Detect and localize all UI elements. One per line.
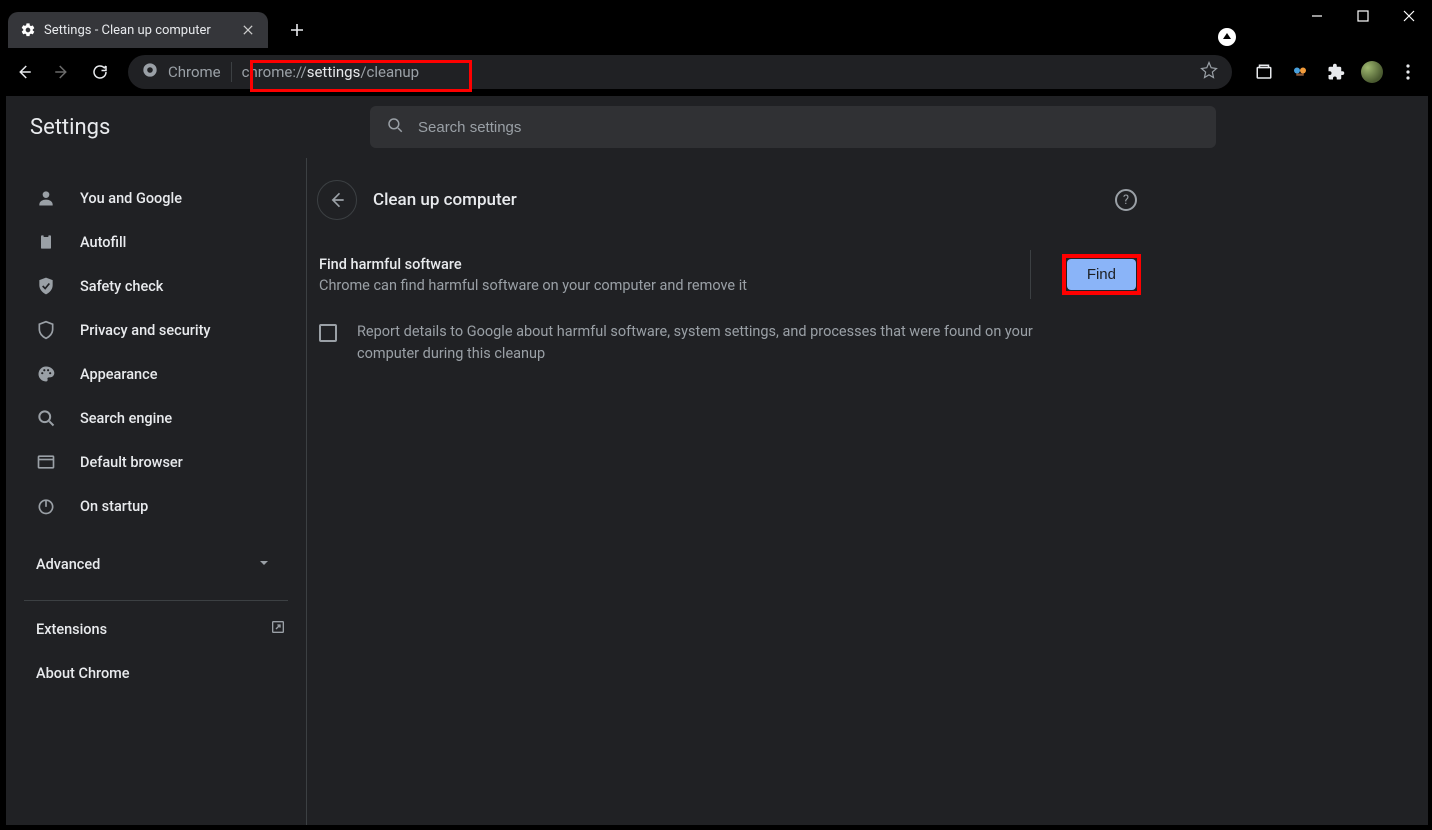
tab-title: Settings - Clean up computer: [44, 23, 232, 38]
clipboard-icon: [36, 232, 56, 252]
extension-item-icon[interactable]: [1284, 56, 1316, 88]
palette-icon: [36, 364, 56, 384]
settings-header: Settings: [6, 96, 1428, 158]
sidebar-item-label: Search engine: [80, 410, 172, 427]
sidebar-item-label: You and Google: [80, 190, 182, 207]
settings-main-panel: Clean up computer ? Find harmful softwar…: [306, 158, 1428, 825]
section-divider: [1030, 250, 1031, 299]
sidebar-item-autofill[interactable]: Autofill: [6, 220, 290, 264]
sidebar-item-label: Autofill: [80, 234, 126, 251]
origin-label: Chrome: [168, 63, 221, 81]
search-settings-input[interactable]: [418, 119, 1200, 136]
browser-icon: [36, 452, 56, 472]
page-back-button[interactable]: [317, 180, 357, 220]
shield-check-icon: [36, 276, 56, 296]
find-harmful-section: Find harmful software Chrome can find ha…: [307, 254, 1153, 366]
url-text: chrome://settings/cleanup: [242, 63, 419, 81]
sidebar-item-default-browser[interactable]: Default browser: [6, 440, 290, 484]
maximize-button[interactable]: [1340, 0, 1386, 32]
close-window-button[interactable]: [1386, 0, 1432, 32]
minimize-button[interactable]: [1294, 0, 1340, 32]
chrome-menu-button[interactable]: [1392, 56, 1424, 88]
settings-page: Settings You and Google Autofill: [6, 96, 1428, 825]
profile-avatar[interactable]: [1356, 56, 1388, 88]
browser-toolbar: Chrome chrome://settings/cleanup: [0, 48, 1432, 96]
settings-sidebar: You and Google Autofill Safety check Pri…: [6, 158, 306, 825]
address-bar[interactable]: Chrome chrome://settings/cleanup: [128, 55, 1232, 89]
about-label: About Chrome: [36, 665, 130, 682]
search-icon: [36, 408, 56, 428]
browser-tab[interactable]: Settings - Clean up computer: [8, 12, 268, 48]
sidebar-item-appearance[interactable]: Appearance: [6, 352, 290, 396]
nav-back-button[interactable]: [8, 56, 40, 88]
sidebar-item-label: On startup: [80, 498, 148, 515]
gear-icon: [20, 22, 36, 38]
new-tab-button[interactable]: [282, 15, 312, 45]
sidebar-extensions-link[interactable]: Extensions: [6, 607, 306, 651]
find-button[interactable]: Find: [1067, 259, 1136, 290]
extensions-puzzle-icon[interactable]: [1320, 56, 1352, 88]
close-tab-button[interactable]: [240, 22, 256, 38]
sidebar-item-label: Appearance: [80, 366, 157, 383]
page-header: Clean up computer ?: [307, 180, 1153, 220]
sidebar-item-on-startup[interactable]: On startup: [6, 484, 290, 528]
sidebar-about-chrome[interactable]: About Chrome: [6, 651, 306, 695]
collections-icon[interactable]: [1248, 56, 1280, 88]
chrome-icon: [142, 62, 158, 82]
tab-strip: Settings - Clean up computer: [0, 0, 1432, 48]
sidebar-item-privacy-security[interactable]: Privacy and security: [6, 308, 290, 352]
search-icon: [386, 116, 404, 138]
sidebar-item-label: Safety check: [80, 278, 163, 295]
shield-icon: [36, 320, 56, 340]
divider: [231, 62, 232, 82]
find-harmful-title: Find harmful software: [319, 256, 747, 273]
nav-forward-button[interactable]: [46, 56, 78, 88]
sidebar-item-search-engine[interactable]: Search engine: [6, 396, 290, 440]
chevron-down-icon: [258, 556, 270, 573]
find-harmful-desc: Chrome can find harmful software on your…: [319, 277, 747, 294]
advanced-label: Advanced: [36, 556, 100, 573]
report-text: Report details to Google about harmful s…: [357, 321, 1077, 366]
settings-title: Settings: [30, 115, 370, 140]
sidebar-item-you-and-google[interactable]: You and Google: [6, 176, 290, 220]
search-settings-box[interactable]: [370, 106, 1216, 148]
sidebar-item-safety-check[interactable]: Safety check: [6, 264, 290, 308]
sidebar-divider: [24, 600, 288, 601]
external-link-icon: [270, 619, 286, 639]
reload-button[interactable]: [84, 56, 116, 88]
sidebar-item-label: Privacy and security: [80, 322, 211, 339]
report-checkbox[interactable]: [319, 324, 337, 342]
person-icon: [36, 188, 56, 208]
page-title: Clean up computer: [373, 190, 1099, 210]
power-icon: [36, 496, 56, 516]
window-controls: [1294, 0, 1432, 32]
badge-icon[interactable]: [1218, 28, 1236, 46]
help-icon[interactable]: ?: [1115, 189, 1137, 211]
extension-icons: [1248, 56, 1424, 88]
bookmark-star-icon[interactable]: [1200, 61, 1218, 83]
extensions-label: Extensions: [36, 621, 107, 638]
find-harmful-text: Find harmful software Chrome can find ha…: [319, 256, 747, 294]
sidebar-item-label: Default browser: [80, 454, 183, 471]
sidebar-advanced-toggle[interactable]: Advanced: [6, 542, 290, 586]
report-row: Report details to Google about harmful s…: [319, 321, 1141, 366]
